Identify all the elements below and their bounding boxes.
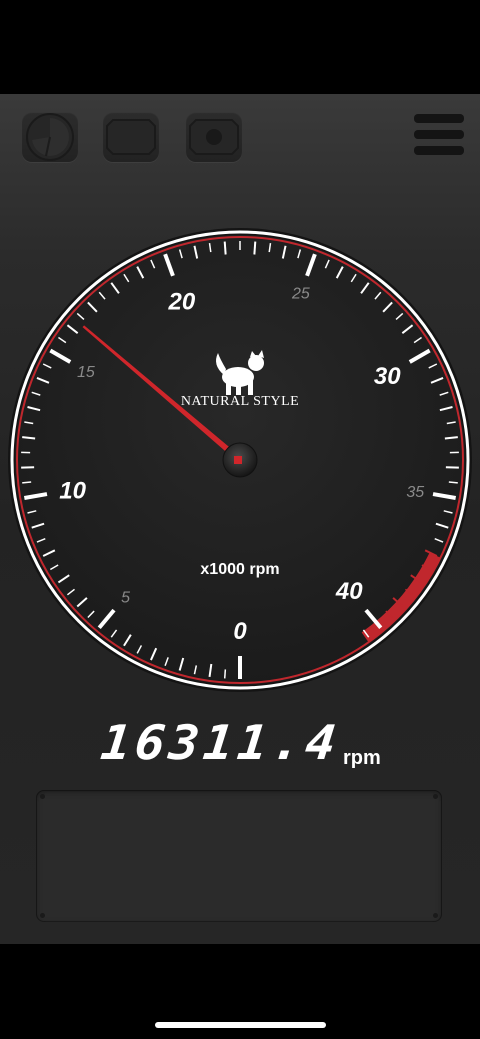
tick-mark (223, 241, 227, 255)
info-panel (36, 790, 442, 922)
brand-name: NATURAL STYLE (181, 394, 299, 409)
rivet (433, 794, 438, 799)
major-label: 0 (233, 618, 247, 645)
tachometer-app: 0 10 20 30 40 5 15 25 35 NATURAL STYLE x1000 rpm… (0, 94, 480, 944)
tick-mark (253, 241, 257, 255)
tachometer-gauge: 0 10 20 30 40 5 15 25 35 NATURAL STYLE x1000 rpm (8, 228, 472, 692)
rpm-unit: rpm (343, 747, 381, 769)
needle-hub-cap (234, 456, 242, 464)
home-indicator[interactable] (155, 1022, 326, 1028)
rivet (40, 913, 45, 918)
rivet (433, 913, 438, 918)
tick-mark (22, 481, 32, 484)
tick-mark (223, 669, 227, 679)
tick-mark (448, 481, 458, 484)
major-label: 30 (374, 363, 401, 390)
minor-label: 25 (291, 286, 310, 303)
minor-label: 15 (77, 364, 95, 381)
major-label: 10 (59, 478, 86, 505)
rivet (40, 794, 45, 799)
major-label: 20 (168, 288, 196, 315)
digital-readout: 16311.4 rpm (0, 712, 480, 782)
major-label: 40 (335, 578, 363, 605)
unit-label: x1000 rpm (200, 561, 279, 578)
rpm-value: 16311.4 (98, 715, 343, 771)
tick-mark (444, 436, 458, 440)
minor-label: 35 (406, 484, 424, 501)
minor-label: 5 (121, 589, 130, 606)
tick-mark (22, 436, 36, 440)
